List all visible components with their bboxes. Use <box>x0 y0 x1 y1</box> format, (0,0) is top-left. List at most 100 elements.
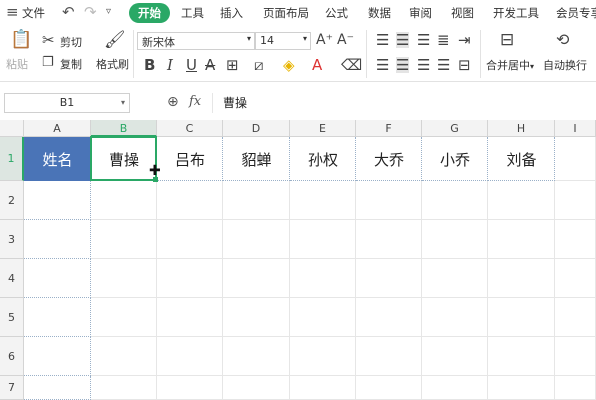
cell-c5[interactable] <box>157 298 223 337</box>
tab-view[interactable]: 视图 <box>451 5 474 21</box>
cell-i7[interactable] <box>555 376 596 400</box>
cell-e7[interactable] <box>290 376 356 400</box>
formula-input[interactable]: 曹操 <box>212 93 596 113</box>
font-name-select[interactable]: 新宋体 ▾ <box>137 32 255 50</box>
cell-c4[interactable] <box>157 259 223 298</box>
format-painter-button[interactable]: 格式刷 <box>96 56 129 72</box>
align-right-icon[interactable]: ☰ <box>417 57 430 73</box>
cell-g2[interactable] <box>422 181 488 220</box>
borders-icon[interactable]: ⊞ <box>226 57 239 73</box>
fx-icon[interactable]: fx <box>189 94 201 109</box>
row-header-2[interactable]: 2 <box>0 181 24 220</box>
paste-icon[interactable]: 📋 <box>10 31 32 49</box>
cell-b4[interactable] <box>91 259 157 298</box>
cell-b3[interactable] <box>91 220 157 259</box>
row-header-6[interactable]: 6 <box>0 337 24 376</box>
name-box[interactable]: B1 ▾ <box>4 93 130 113</box>
file-menu[interactable]: 文件 <box>22 5 45 21</box>
scissors-icon[interactable]: ✂ <box>42 32 55 48</box>
cell-h7[interactable] <box>488 376 555 400</box>
cell-a6[interactable] <box>24 337 91 376</box>
cell-d5[interactable] <box>223 298 290 337</box>
decrease-font-icon[interactable]: A⁻ <box>337 32 354 48</box>
cell-g3[interactable] <box>422 220 488 259</box>
cell-c3[interactable] <box>157 220 223 259</box>
cell-g5[interactable] <box>422 298 488 337</box>
cell-a3[interactable] <box>24 220 91 259</box>
cell-d4[interactable] <box>223 259 290 298</box>
zoom-icon[interactable]: ⊕ <box>167 94 179 110</box>
merge-cells-icon[interactable]: ⊟ <box>500 32 514 49</box>
row-header-4[interactable]: 4 <box>0 259 24 298</box>
cell-g6[interactable] <box>422 337 488 376</box>
hamburger-icon[interactable]: ≡ <box>6 3 19 21</box>
tab-developer[interactable]: 开发工具 <box>493 5 539 21</box>
align-middle-icon[interactable]: ☰ <box>396 32 410 48</box>
cell-i4[interactable] <box>555 259 596 298</box>
column-header-a[interactable]: A <box>24 120 91 137</box>
column-header-c[interactable]: C <box>157 120 223 137</box>
redo-icon[interactable]: ↷ <box>84 3 97 21</box>
row-header-7[interactable]: 7 <box>0 376 24 400</box>
tab-data[interactable]: 数据 <box>368 5 391 21</box>
column-header-h[interactable]: H <box>488 120 555 137</box>
cell-d7[interactable] <box>223 376 290 400</box>
cell-i2[interactable] <box>555 181 596 220</box>
column-header-b[interactable]: B <box>91 120 157 137</box>
cell-i1[interactable] <box>555 137 596 181</box>
cell-h2[interactable] <box>488 181 555 220</box>
font-color-icon[interactable]: A <box>312 57 322 73</box>
align-center-icon[interactable]: ☰ <box>396 57 410 73</box>
tab-member[interactable]: 会员专享 <box>556 5 596 21</box>
align-bottom-icon[interactable]: ☰ <box>417 32 430 48</box>
column-header-d[interactable]: D <box>223 120 290 137</box>
cell-f2[interactable] <box>356 181 422 220</box>
cell-a4[interactable] <box>24 259 91 298</box>
cell-c2[interactable] <box>157 181 223 220</box>
merge-center-button[interactable]: 合并居中▾ <box>486 57 534 73</box>
cell-f5[interactable] <box>356 298 422 337</box>
cell-a7[interactable] <box>24 376 91 400</box>
orientation-icon[interactable]: ≣ <box>437 32 450 48</box>
column-header-f[interactable]: F <box>356 120 422 137</box>
wrap-text-icon[interactable]: ⟲ <box>556 32 569 48</box>
cell-e4[interactable] <box>290 259 356 298</box>
cell-b6[interactable] <box>91 337 157 376</box>
distribute-icon[interactable]: ⊟ <box>458 57 471 73</box>
cell-f4[interactable] <box>356 259 422 298</box>
column-header-e[interactable]: E <box>290 120 356 137</box>
cell-a2[interactable] <box>24 181 91 220</box>
cell-e6[interactable] <box>290 337 356 376</box>
cell-i6[interactable] <box>555 337 596 376</box>
strikethrough-icon[interactable]: A <box>205 57 215 73</box>
cell-h5[interactable] <box>488 298 555 337</box>
align-top-icon[interactable]: ☰ <box>376 32 389 48</box>
cell-g7[interactable] <box>422 376 488 400</box>
clear-format-icon[interactable]: ⌫ <box>341 57 362 73</box>
cell-i3[interactable] <box>555 220 596 259</box>
cell-b5[interactable] <box>91 298 157 337</box>
column-header-g[interactable]: G <box>422 120 488 137</box>
row-header-3[interactable]: 3 <box>0 220 24 259</box>
cell-a5[interactable] <box>24 298 91 337</box>
cell-i5[interactable] <box>555 298 596 337</box>
cell-h6[interactable] <box>488 337 555 376</box>
cell-b2[interactable] <box>91 181 157 220</box>
italic-icon[interactable]: I <box>167 57 173 73</box>
align-left-icon[interactable]: ☰ <box>376 57 389 73</box>
cell-g4[interactable] <box>422 259 488 298</box>
select-all-corner[interactable] <box>0 120 24 137</box>
format-painter-icon[interactable]: 🖌 <box>104 32 126 49</box>
paste-button[interactable]: 粘贴 <box>6 56 28 72</box>
cell-e2[interactable] <box>290 181 356 220</box>
tab-home[interactable]: 开始 <box>129 3 170 23</box>
cell-c6[interactable] <box>157 337 223 376</box>
font-size-select[interactable]: 14 ▾ <box>255 32 311 50</box>
cell-d2[interactable] <box>223 181 290 220</box>
cell-f3[interactable] <box>356 220 422 259</box>
copy-button[interactable]: 复制 <box>60 56 82 72</box>
tab-formulas[interactable]: 公式 <box>325 5 348 21</box>
underline-icon[interactable]: U <box>186 57 197 73</box>
fill-style-icon[interactable]: ⧄ <box>254 57 264 73</box>
justify-icon[interactable]: ☰ <box>437 57 450 73</box>
